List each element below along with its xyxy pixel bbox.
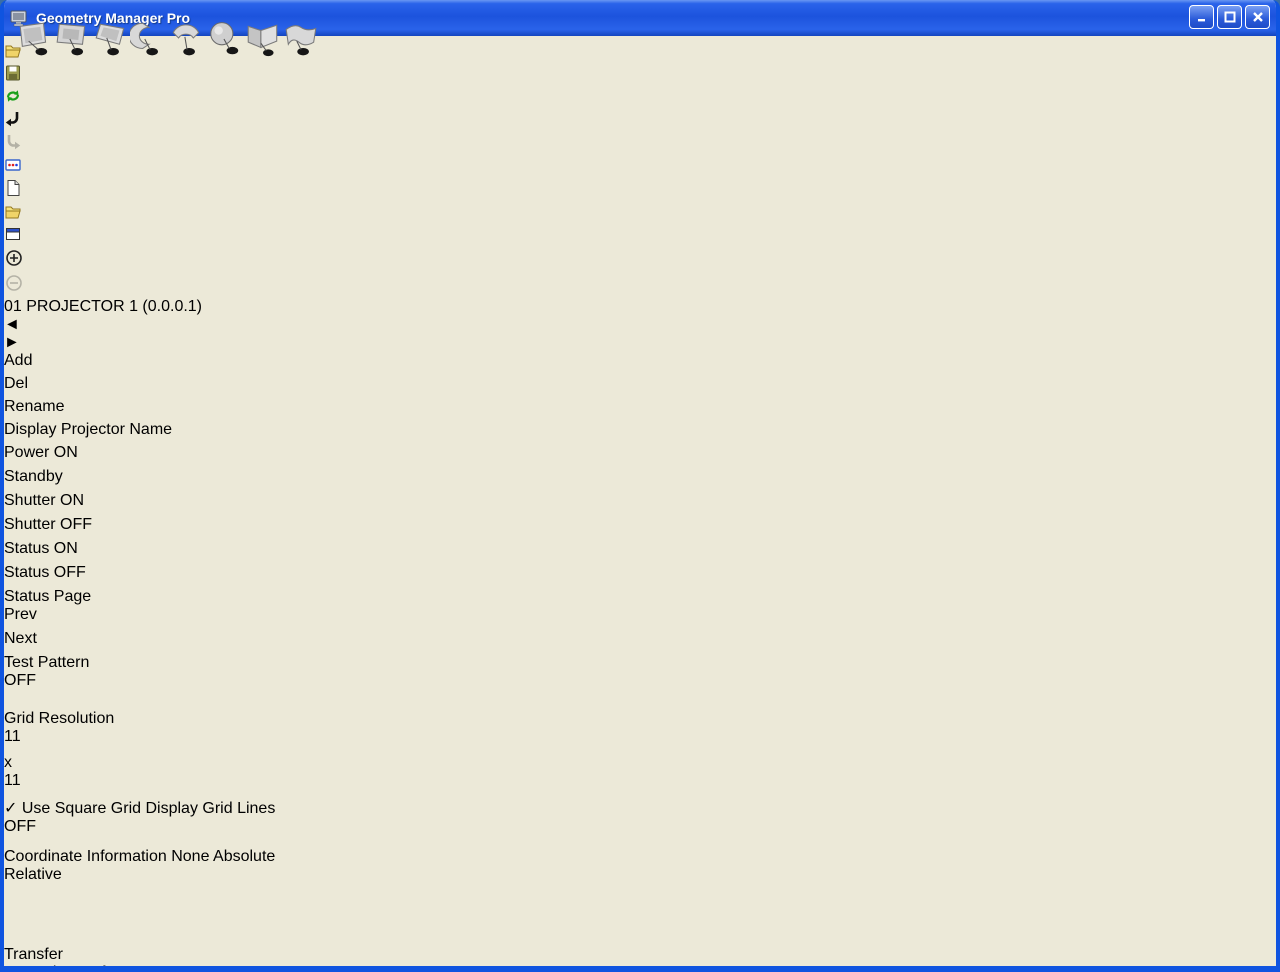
grid-rows-value: 11 — [4, 772, 21, 789]
close-icon — [1252, 12, 1263, 22]
free-grid-concave-cylinder-horizontal-button[interactable] — [128, 20, 168, 63]
status-page-next-button[interactable]: Next — [4, 630, 68, 654]
free-grid-tilted-screen-button[interactable] — [92, 20, 130, 63]
refresh-button[interactable] — [4, 87, 1276, 110]
coordinate-information-group: Coordinate Information None Absolute Rel… — [4, 848, 300, 946]
close-button[interactable] — [1245, 5, 1270, 29]
refresh-icon — [6, 90, 20, 102]
scroll-right-icon[interactable]: ► — [4, 334, 1276, 352]
projector-index: 01 — [4, 298, 22, 315]
test-pattern-select[interactable]: OFF — [4, 672, 280, 698]
projector-list-hscrollbar[interactable]: ◄ ► — [4, 316, 1276, 352]
open-layout-button[interactable] — [4, 202, 1276, 225]
maximize-button[interactable] — [1217, 5, 1242, 29]
coordinate-none-label: None — [171, 848, 210, 865]
use-square-grid-checkbox[interactable]: ✓ Use Square Grid — [4, 800, 145, 817]
transfer-group: Transfer Manual Transfer ✓ Auto Transfer… — [4, 946, 300, 966]
save-button[interactable] — [4, 64, 1276, 87]
coordinate-none-radio[interactable]: None — [171, 848, 213, 865]
flat-screen-rear-icon — [56, 23, 86, 56]
display-projector-name-button[interactable]: Display Projector Name — [4, 421, 292, 444]
free-grid-concave-cylinder-vertical-button[interactable] — [168, 20, 206, 63]
minimize-button[interactable] — [1189, 5, 1214, 29]
status-page-prev-button[interactable]: Prev — [4, 606, 68, 630]
dome-screen-icon — [210, 22, 239, 55]
free-grid-flat-screen-button[interactable] — [16, 20, 54, 63]
rename-button[interactable]: Rename — [4, 398, 96, 421]
tilted-screen-icon — [95, 23, 125, 56]
grid-resolution-title: Grid Resolution — [4, 710, 115, 727]
status-off-button[interactable]: Status OFF — [4, 564, 136, 588]
flat-screen-icon — [19, 22, 48, 56]
corner-screen-icon — [247, 24, 278, 57]
concave-cylinder-vertical-icon — [172, 24, 200, 56]
grid-rows-select[interactable]: 11 — [4, 772, 130, 798]
curved-screen-icon — [285, 25, 317, 56]
free-grid-flat-screen-rear-button[interactable] — [54, 20, 92, 63]
new-layout-icon — [7, 180, 20, 196]
transfer-title: Transfer — [4, 946, 63, 963]
zoom-in-icon — [6, 250, 22, 266]
projector-panel-button[interactable] — [4, 156, 1276, 179]
coordinate-relative-radio[interactable]: Relative — [4, 866, 62, 883]
display-grid-lines-label: Display Grid Lines — [145, 800, 276, 817]
window-layout-button[interactable] — [4, 225, 1276, 248]
save-icon — [6, 65, 20, 81]
coordinate-absolute-radio[interactable]: Absolute — [213, 848, 275, 865]
status-on-button[interactable]: Status ON — [4, 540, 136, 564]
shutter-on-button[interactable]: Shutter ON — [4, 492, 136, 516]
projector-panel-icon — [5, 159, 21, 171]
grid-resolution-group: Grid Resolution 11 x 11 ✓ Use Square Gri… — [4, 710, 300, 848]
display-grid-lines-value: OFF — [4, 818, 36, 835]
window-layout-icon — [6, 228, 20, 240]
app-window: Geometry Manager Pro File Edit View Vers… — [0, 0, 1280, 972]
minimize-icon — [1197, 19, 1205, 22]
test-pattern-title: Test Pattern — [4, 654, 90, 671]
zoom-out-icon — [6, 275, 22, 291]
undo-icon — [5, 112, 19, 127]
grid-x-label: x — [4, 754, 12, 771]
redo-button[interactable] — [4, 133, 1276, 156]
free-grid-curved-screen-button[interactable] — [282, 20, 320, 63]
open-layout-icon — [5, 206, 21, 219]
zoom-out-button[interactable] — [4, 273, 1276, 298]
projector-name: PROJECTOR 1 (0.0.0.1) — [26, 298, 203, 315]
zoom-in-button[interactable] — [4, 248, 1276, 273]
display-grid-lines-select[interactable]: OFF — [4, 818, 280, 844]
shutter-off-button[interactable]: Shutter OFF — [4, 516, 136, 540]
power-on-button[interactable]: Power ON — [4, 444, 136, 468]
projector-list[interactable]: 01 PROJECTOR 1 (0.0.0.1) ◄ ► — [4, 298, 1276, 352]
status-page-label: Status Page — [4, 588, 92, 605]
grid-columns-value: 11 — [4, 728, 21, 745]
maximize-icon — [1224, 11, 1235, 23]
use-square-grid-label: Use Square Grid — [21, 800, 142, 817]
coordinate-relative-label: Relative — [4, 866, 62, 883]
coordinate-information-title: Coordinate Information — [4, 848, 167, 865]
undo-button[interactable] — [4, 110, 1276, 133]
test-pattern-group: Test Pattern OFF — [4, 654, 300, 710]
add-button[interactable]: Add — [4, 352, 95, 375]
list-item[interactable]: 01 PROJECTOR 1 (0.0.0.1) — [4, 298, 1276, 316]
scroll-left-icon[interactable]: ◄ — [4, 316, 1276, 334]
standby-button[interactable]: Standby — [4, 468, 136, 492]
del-button[interactable]: Del — [4, 375, 95, 398]
coordinate-absolute-label: Absolute — [213, 848, 276, 865]
checkbox-icon: ✓ — [4, 800, 18, 817]
grid-columns-select[interactable]: 11 — [4, 728, 122, 754]
new-layout-button[interactable] — [4, 179, 1276, 202]
test-pattern-value: OFF — [4, 672, 36, 689]
redo-icon — [7, 135, 21, 150]
free-grid-dome-screen-button[interactable] — [206, 20, 244, 63]
free-grid-corner-screen-button[interactable] — [244, 20, 282, 63]
manual-transfer-button[interactable]: Manual Transfer — [4, 964, 282, 966]
free-grid-mode-row — [16, 20, 320, 63]
concave-cylinder-horizontal-icon — [128, 22, 158, 56]
